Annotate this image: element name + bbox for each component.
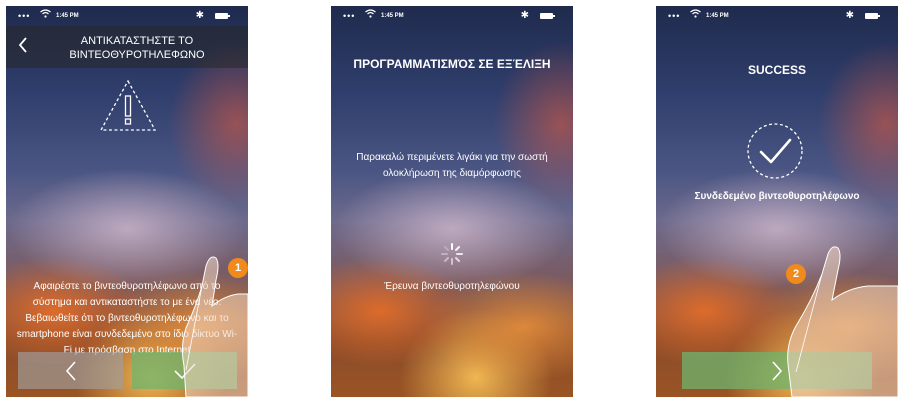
loading-spinner-icon — [441, 243, 463, 265]
warning-icon — [99, 79, 157, 131]
signal-dots-icon: ••• — [668, 11, 681, 21]
back-arrow-icon[interactable] — [18, 37, 28, 57]
signal-dots-icon: ••• — [343, 11, 356, 21]
wifi-icon — [690, 9, 701, 20]
checkmark-icon — [173, 362, 196, 379]
status-time: 1:45 PM — [381, 13, 404, 19]
bluetooth-icon: ✱ — [195, 10, 204, 21]
battery-icon — [215, 13, 230, 19]
success-check-icon — [747, 123, 803, 179]
bluetooth-icon: ✱ — [520, 10, 529, 21]
connected-message: Συνδεδεμένο βιντεοθυροτηλέφωνο — [694, 191, 860, 202]
header-bar: ΑΝΤΙΚΑΤΑΣΤΗΣΤΕ ΤΟ ΒΙΝΤΕΟΘΥΡΟΤΗΛΕΦΩΝΟ — [6, 26, 248, 68]
step-marker-1: 1 — [228, 258, 248, 278]
battery-icon — [865, 13, 880, 19]
page-title: ΑΝΤΙΚΑΤΑΣΤΗΣΤΕ ΤΟ ΒΙΝΤΕΟΘΥΡΟΤΗΛΕΦΩΝΟ — [69, 35, 205, 61]
phone-screen-success: ••• 1:45 PM ✱ SUCCESS Συνδεδεμένο βιντεο… — [656, 6, 898, 397]
chevron-right-icon — [772, 360, 783, 381]
phone-screen-programming: ••• 1:45 PM ✱ ΠΡΟΓΡΑΜΜΑΤΙΣΜΌΣ ΣΕ ΕΞΈΛΙΞΗ… — [331, 6, 573, 397]
page-title: ΠΡΟΓΡΑΜΜΑΤΙΣΜΌΣ ΣΕ ΕΞΈΛΙΞΗ — [353, 57, 551, 71]
status-bar: ••• 1:45 PM ✱ — [656, 6, 898, 26]
next-button[interactable] — [682, 352, 872, 389]
status-bar: ••• 1:45 PM ✱ — [331, 6, 573, 26]
wifi-icon — [365, 9, 376, 20]
page-title: SUCCESS — [747, 63, 806, 77]
chevron-left-icon — [65, 360, 76, 381]
status-bar: ••• 1:45 PM ✱ — [6, 6, 248, 26]
signal-dots-icon: ••• — [18, 11, 31, 21]
status-time: 1:45 PM — [706, 13, 729, 19]
wifi-icon — [40, 9, 51, 20]
confirm-button[interactable] — [132, 352, 237, 389]
wait-message: Παρακαλώ περιμένετε λιγάκι για την σωστή… — [356, 152, 548, 179]
bluetooth-icon: ✱ — [845, 10, 854, 21]
battery-icon — [540, 13, 555, 19]
instructions-text: Αφαιρέστε το βιντεοθυροτηλέφωνο από το σ… — [16, 281, 238, 356]
previous-button[interactable] — [18, 352, 123, 389]
status-time: 1:45 PM — [56, 13, 79, 19]
phone-screen-replace-device: ••• 1:45 PM ✱ ΑΝΤΙΚΑΤΑΣΤΗΣΤΕ ΤΟ ΒΙΝΤΕΟΘΥ… — [6, 6, 248, 397]
searching-status: Έρευνα βιντεοθυροτηλεφώνου — [384, 281, 520, 292]
step-marker-2: 2 — [786, 264, 806, 284]
